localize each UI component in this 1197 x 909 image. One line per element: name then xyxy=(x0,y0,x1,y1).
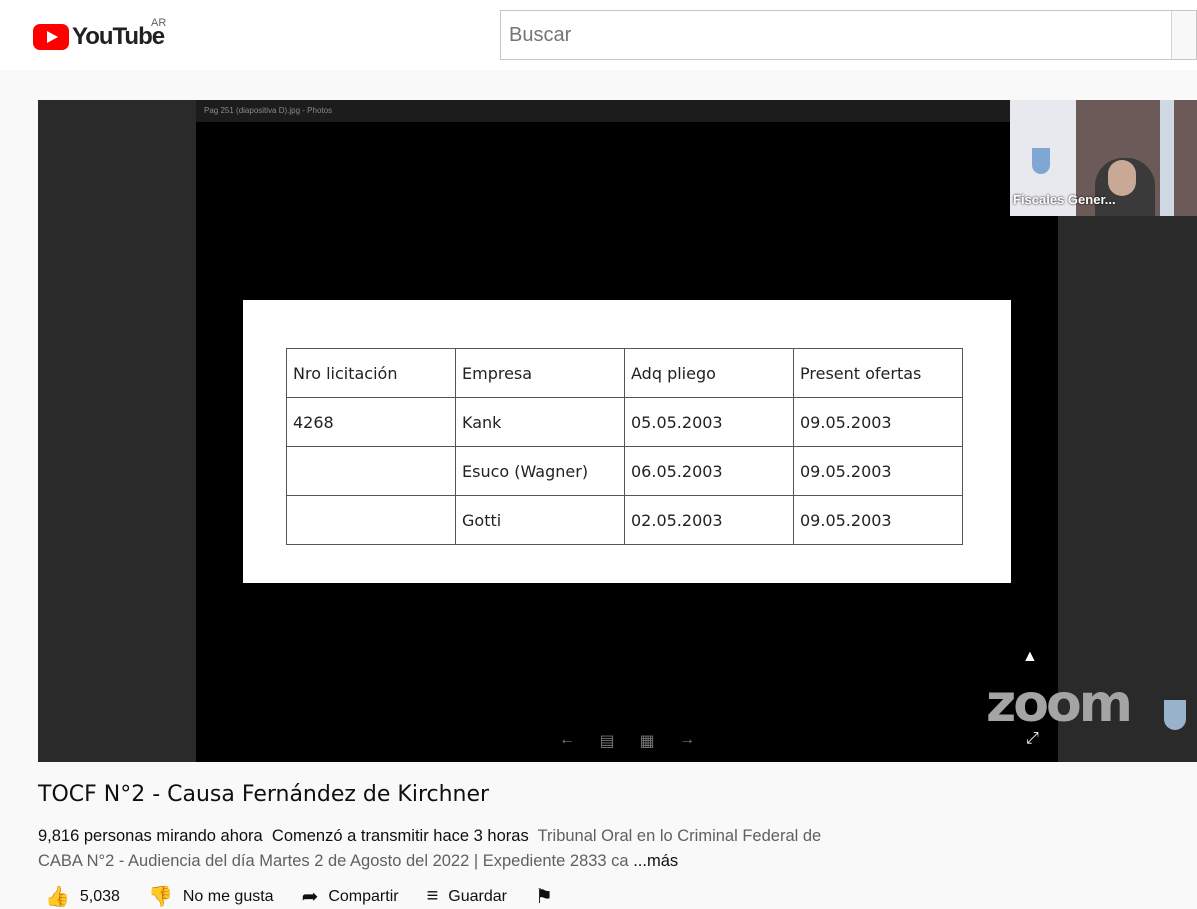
table-header-cell: Adq pliego xyxy=(624,348,794,398)
seal-icon xyxy=(1164,700,1186,730)
table-row: Esuco (Wagner) 06.05.2003 09.05.2003 xyxy=(286,446,963,496)
save-label: Guardar xyxy=(448,887,507,905)
table-cell: Gotti xyxy=(455,495,625,545)
zoom-logo: zoom xyxy=(986,674,1133,734)
trash-icon[interactable]: ▦ xyxy=(638,731,656,751)
dislike-label: No me gusta xyxy=(182,887,274,905)
table-cell xyxy=(286,446,456,496)
table-cell: 09.05.2003 xyxy=(793,397,963,447)
photos-window-title: Pag 251 (diapositiva D).jpg - Photos xyxy=(196,100,1058,122)
dislike-button[interactable]: 👎 No me gusta xyxy=(148,884,274,909)
youtube-logo[interactable]: YouTube xyxy=(33,22,165,52)
table-header-cell: Empresa xyxy=(455,348,625,398)
search-input[interactable] xyxy=(501,11,1171,59)
like-button[interactable]: 👍 5,038 xyxy=(45,884,120,909)
participant-name: Fiscales Gener... xyxy=(1013,192,1116,207)
share-button[interactable]: ➦ Compartir xyxy=(302,884,399,909)
arrow-left-icon[interactable]: ← xyxy=(558,731,576,751)
table-cell: Kank xyxy=(455,397,625,447)
flag xyxy=(1160,100,1174,216)
table-cell: 05.05.2003 xyxy=(624,397,794,447)
participant-head xyxy=(1108,160,1136,196)
region-code: AR xyxy=(151,17,167,29)
shared-screen: Pag 251 (diapositiva D).jpg - Photos Nro… xyxy=(196,100,1058,762)
table-cell xyxy=(286,495,456,545)
slide: Nro licitación Empresa Adq pliego Presen… xyxy=(243,300,1011,583)
masthead: YouTube AR xyxy=(0,0,1197,70)
flag-icon: ⚑ xyxy=(534,886,553,908)
slideshow-icon[interactable]: ▤ xyxy=(598,731,616,751)
like-count: 5,038 xyxy=(79,887,120,905)
table-cell: 06.05.2003 xyxy=(624,446,794,496)
show-more-link[interactable]: ...más xyxy=(633,852,678,870)
table-row: Gotti 02.05.2003 09.05.2003 xyxy=(286,495,963,545)
photo-controls: ← ▤ ▦ → xyxy=(558,731,696,751)
expand-icon[interactable]: ⤢ xyxy=(1026,730,1039,748)
video-title: TOCF N°2 - Causa Fernández de Kirchner xyxy=(38,782,490,807)
table-row: 4268 Kank 05.05.2003 09.05.2003 xyxy=(286,397,963,447)
video-player[interactable]: Pag 251 (diapositiva D).jpg - Photos Nro… xyxy=(38,100,1197,762)
report-button[interactable]: ⚑ xyxy=(535,884,563,909)
table-header-cell: Present ofertas xyxy=(793,348,963,398)
table-cell: Esuco (Wagner) xyxy=(455,446,625,496)
table-cell: 4268 xyxy=(286,397,456,447)
table-header-cell: Nro licitación xyxy=(286,348,456,398)
mouse-cursor-icon: ▲ xyxy=(1022,648,1038,665)
share-icon: ➦ xyxy=(301,886,319,908)
table-header-row: Nro licitación Empresa Adq pliego Presen… xyxy=(286,348,963,398)
table-cell: 09.05.2003 xyxy=(793,495,963,545)
coat-of-arms-icon xyxy=(1032,148,1050,174)
youtube-play-icon xyxy=(33,24,69,50)
description[interactable]: 9,816 personas mirando ahora Comenzó a t… xyxy=(38,824,828,874)
arrow-right-icon[interactable]: → xyxy=(678,731,696,751)
table-cell: 09.05.2003 xyxy=(793,446,963,496)
thumbs-down-icon: 👎 xyxy=(147,886,173,908)
slide-table: Nro licitación Empresa Adq pliego Presen… xyxy=(286,348,963,545)
action-bar: 👍 5,038 👎 No me gusta ➦ Compartir ≡ Guar… xyxy=(45,884,591,909)
thumbs-up-icon: 👍 xyxy=(45,886,70,908)
search-button[interactable] xyxy=(1171,11,1196,59)
participant-video: Fiscales Gener... xyxy=(1010,100,1197,216)
live-viewers: 9,816 personas mirando ahora xyxy=(38,827,263,845)
table-cell: 02.05.2003 xyxy=(624,495,794,545)
stream-start: Comenzó a transmitir hace 3 horas xyxy=(271,827,529,845)
share-label: Compartir xyxy=(328,887,399,905)
search-box xyxy=(500,10,1197,60)
